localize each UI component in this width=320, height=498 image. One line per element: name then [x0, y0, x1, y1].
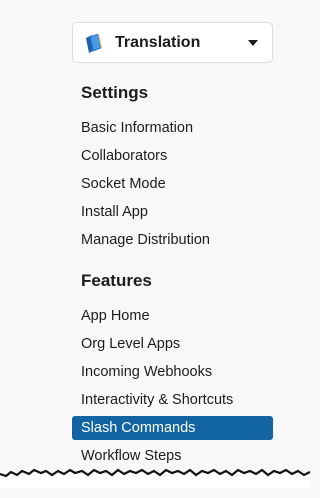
sidebar-item-socket-mode[interactable]: Socket Mode — [72, 170, 273, 198]
book-icon — [83, 32, 105, 54]
sidebar-item-install-app[interactable]: Install App — [72, 198, 273, 226]
sidebar-item-app-home[interactable]: App Home — [72, 302, 273, 330]
sidebar-item-basic-information[interactable]: Basic Information — [72, 114, 273, 142]
sidebar-item-org-level-apps[interactable]: Org Level Apps — [72, 330, 273, 358]
app-name: Translation — [115, 33, 201, 51]
settings-nav-list: Basic Information Collaborators Socket M… — [72, 114, 273, 254]
sidebar-item-interactivity-shortcuts[interactable]: Interactivity & Shortcuts — [72, 386, 273, 414]
sidebar-item-slash-commands[interactable]: Slash Commands — [72, 416, 273, 440]
sidebar-item-collaborators[interactable]: Collaborators — [72, 142, 273, 170]
torn-edge-decoration — [0, 468, 310, 488]
sidebar-item-incoming-webhooks[interactable]: Incoming Webhooks — [72, 358, 273, 386]
chevron-down-icon — [248, 39, 258, 46]
settings-section-title: Settings — [81, 83, 149, 102]
features-section-title: Features — [81, 271, 152, 290]
app-selector-dropdown[interactable]: Translation — [72, 22, 273, 63]
sidebar-item-manage-distribution[interactable]: Manage Distribution — [72, 226, 273, 254]
app-settings-sidebar: Translation Settings Basic Information C… — [72, 22, 273, 498]
